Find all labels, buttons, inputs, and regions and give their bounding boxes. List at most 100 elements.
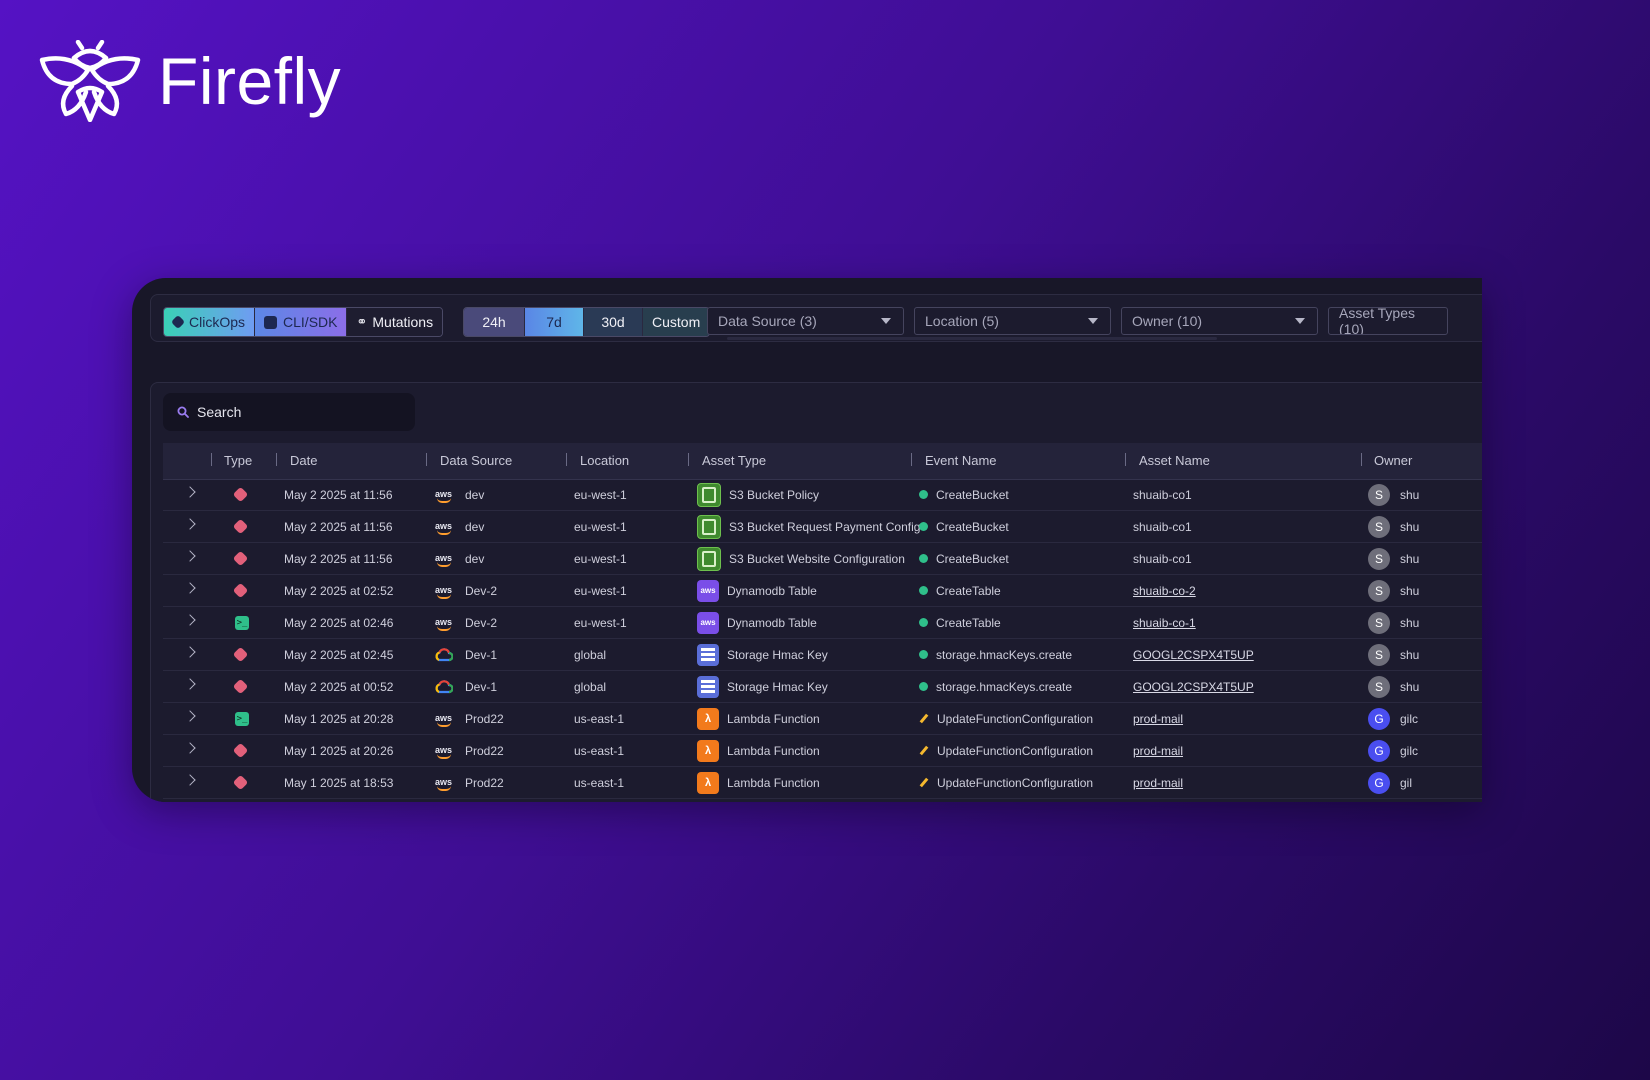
cell-asset-name[interactable]: shuaib-co-1 (1133, 607, 1196, 638)
range-7d-button[interactable]: 7d (525, 308, 584, 336)
lambda-icon: λ (697, 771, 719, 794)
data-source-name: Prod22 (465, 743, 504, 758)
cell-asset-name[interactable]: prod-mail (1133, 703, 1183, 734)
brand-logo: Firefly (38, 40, 341, 122)
expand-row-button[interactable] (173, 607, 197, 638)
table-row[interactable]: >_ May 1 2025 at 20:28 aws Prod22 us-east-1 λ… (163, 703, 1482, 735)
owner-name: shu (1400, 551, 1420, 566)
asset-name-link[interactable]: GOOGL2CSPX4T5UP (1133, 680, 1254, 694)
location-dropdown[interactable]: Location (5) (914, 307, 1111, 335)
expand-row-button[interactable] (173, 703, 197, 734)
pencil-icon (919, 745, 929, 756)
asset-name-link[interactable]: prod-mail (1133, 776, 1183, 790)
column-header-type[interactable]: Type (224, 453, 252, 468)
data-source-name: dev (465, 487, 485, 502)
table-row[interactable]: May 1 2025 at 20:26 aws Prod22 us-east-1 λ La… (163, 735, 1482, 767)
expand-row-button[interactable] (173, 671, 197, 702)
cell-asset-type: λ Lambda Function (697, 767, 820, 798)
column-header-event-name[interactable]: Event Name (925, 453, 997, 468)
cell-asset-name[interactable]: prod-mail (1133, 767, 1183, 798)
filter-cli-sdk-button[interactable]: CLI/SDK (255, 308, 348, 336)
s3-icon (697, 546, 721, 571)
column-header-data-source[interactable]: Data Source (440, 453, 512, 468)
owner-dropdown[interactable]: Owner (10) (1121, 307, 1318, 335)
event-name-label: UpdateFunctionConfiguration (937, 711, 1094, 726)
chevron-right-icon (184, 646, 196, 658)
filter-clickops-button[interactable]: ClickOps (164, 308, 256, 336)
data-source-name: Dev-2 (465, 615, 498, 630)
filter-bar: ClickOps CLI/SDK ⚭ Mutations 24h 7d 30d … (150, 294, 1482, 342)
aws-icon: aws (435, 522, 455, 535)
plus-circle-icon (919, 650, 928, 659)
asset-name-link[interactable]: prod-mail (1133, 712, 1183, 726)
table-row[interactable]: May 2 2025 at 11:56 aws dev eu-west-1 S3 Buc… (163, 511, 1482, 543)
expand-row-button[interactable] (173, 543, 197, 574)
owner-name: gil (1400, 775, 1413, 790)
search-input[interactable]: Search (163, 393, 415, 431)
cell-asset-name[interactable]: GOOGL2CSPX4T5UP (1133, 639, 1254, 670)
column-header-asset-type[interactable]: Asset Type (702, 453, 766, 468)
pencil-icon (919, 777, 929, 788)
cell-asset-name[interactable]: shuaib-co-2 (1133, 575, 1196, 606)
dynamodb-icon: aws (697, 611, 719, 634)
asset-name-link[interactable]: shuaib-co-2 (1133, 584, 1196, 598)
table-row[interactable]: May 2 2025 at 11:56 aws dev eu-west-1 S3 Buc… (163, 479, 1482, 511)
lambda-icon: λ (697, 739, 719, 762)
cell-data-source: Dev-1 (435, 671, 497, 702)
expand-row-button[interactable] (173, 479, 197, 510)
expand-row-button[interactable] (173, 735, 197, 766)
filter-mutations-button[interactable]: ⚭ Mutations (347, 308, 443, 336)
range-custom-button[interactable]: Custom (643, 308, 710, 336)
range-24h-button[interactable]: 24h (464, 308, 525, 336)
cell-type (232, 479, 249, 510)
expand-row-button[interactable] (173, 767, 197, 798)
cell-asset-name: shuaib-co1 (1133, 511, 1192, 542)
range-30d-button[interactable]: 30d (584, 308, 643, 336)
expand-row-button[interactable] (173, 511, 197, 542)
column-header-owner[interactable]: Owner (1374, 453, 1412, 468)
cell-date: May 1 2025 at 20:28 (284, 711, 394, 726)
hmac-icon (697, 643, 719, 666)
asset-type-label: S3 Bucket Policy (729, 487, 820, 502)
table-row[interactable]: May 2 2025 at 00:52 Dev-1 global Storage Hm… (163, 671, 1482, 703)
column-header-date[interactable]: Date (290, 453, 317, 468)
events-table-body: May 2 2025 at 11:56 aws dev eu-west-1 S3 Buc… (163, 479, 1482, 799)
table-row[interactable]: May 2 2025 at 02:52 aws Dev-2 eu-west-1 aws D… (163, 575, 1482, 607)
cell-date: May 2 2025 at 11:56 (284, 551, 393, 566)
event-name-label: CreateTable (936, 615, 1001, 630)
cell-asset-type: S3 Bucket Request Payment Config (697, 511, 920, 542)
table-row[interactable]: >_ May 2 2025 at 02:46 aws Dev-2 eu-west-1 aw… (163, 607, 1482, 639)
avatar: S (1368, 483, 1390, 506)
cell-type (232, 543, 249, 574)
data-source-dropdown[interactable]: Data Source (3) (707, 307, 904, 335)
expand-row-button[interactable] (173, 639, 197, 670)
expand-row-button[interactable] (173, 575, 197, 606)
terminal-icon (264, 315, 278, 329)
cell-location: us-east-1 (574, 775, 625, 790)
cell-asset-type: aws Dynamodb Table (697, 607, 817, 638)
cell-asset-name[interactable]: prod-mail (1133, 735, 1183, 766)
cell-asset-name: shuaib-co1 (1133, 543, 1192, 574)
table-row[interactable]: May 2 2025 at 11:56 aws dev eu-west-1 S3 Buc… (163, 543, 1482, 575)
asset-name-link[interactable]: shuaib-co-1 (1133, 616, 1196, 630)
asset-name-link[interactable]: GOOGL2CSPX4T5UP (1133, 648, 1254, 662)
filter-scrollbar[interactable] (727, 337, 1217, 340)
cell-asset-name[interactable]: GOOGL2CSPX4T5UP (1133, 671, 1254, 702)
cell-data-source: aws dev (435, 511, 484, 542)
chevron-down-icon (881, 318, 891, 324)
asset-name-link[interactable]: prod-mail (1133, 744, 1183, 758)
brand-name: Firefly (158, 44, 342, 118)
cell-owner: Sshu (1368, 607, 1419, 638)
cell-location: eu-west-1 (574, 487, 627, 502)
asset-types-dropdown[interactable]: Asset Types (10) (1328, 307, 1448, 335)
chevron-right-icon (184, 486, 196, 498)
table-row[interactable]: May 1 2025 at 18:53 aws Prod22 us-east-1 λ La… (163, 767, 1482, 799)
cell-type (232, 639, 249, 670)
table-row[interactable]: May 2 2025 at 02:45 Dev-1 global Storage Hm… (163, 639, 1482, 671)
column-header-location[interactable]: Location (580, 453, 629, 468)
owner-name: gilc (1400, 743, 1419, 758)
column-header-asset-name[interactable]: Asset Name (1139, 453, 1210, 468)
asset-type-label: Dynamodb Table (727, 583, 817, 598)
clickops-icon (232, 550, 249, 567)
cell-location: us-east-1 (574, 711, 625, 726)
